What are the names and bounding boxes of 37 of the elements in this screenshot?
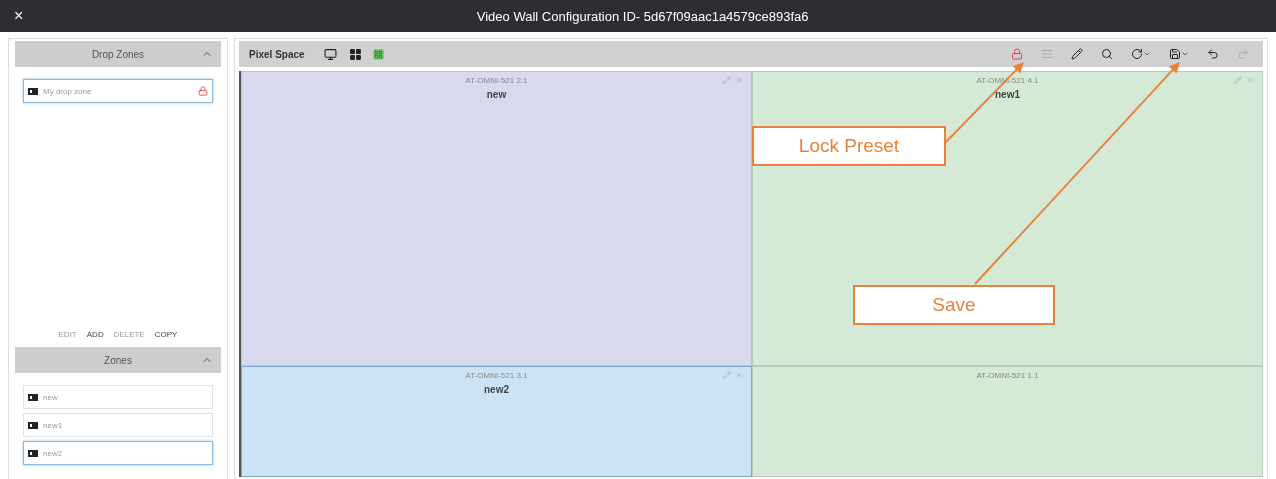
screen-icon (28, 87, 38, 95)
zone-item[interactable]: new2 (23, 441, 213, 465)
matrix-icon[interactable] (372, 48, 384, 60)
tile-header: AT-OMNI-521 2.1 (465, 76, 528, 85)
grid-icon[interactable] (347, 46, 363, 62)
action-button[interactable]: COPY (154, 330, 178, 339)
tile-name: new (486, 89, 507, 100)
zone-item[interactable]: new1 (23, 413, 213, 437)
item-name: new1 (43, 420, 64, 430)
tile-name: new1 (995, 89, 1020, 100)
screen-icon (28, 393, 38, 401)
screen-icon (28, 449, 38, 457)
close-icon[interactable] (735, 371, 743, 379)
tile-header: AT-OMNI-521 1.1 (976, 371, 1039, 380)
section-title: Drop Zones (91, 48, 145, 60)
drop-zone-item[interactable]: My drop zone (23, 79, 213, 103)
zone-tile[interactable]: AT-OMNI-521 2.1 new (241, 71, 752, 366)
item-name: new (43, 392, 59, 402)
lock-icon[interactable] (198, 86, 208, 96)
tile-header: AT-OMNI-521 3.1 (465, 371, 528, 380)
close-button[interactable]: × (14, 7, 24, 25)
zone-item[interactable]: new (23, 385, 213, 409)
item-name: new2 (43, 448, 64, 458)
zone-tile[interactable]: AT-OMNI-521 1.1 (752, 366, 1263, 477)
screen-icon (28, 421, 38, 429)
toolbar-title: Pixel Space (249, 48, 305, 60)
item-name: My drop zone (43, 86, 93, 96)
close-icon[interactable] (735, 76, 743, 84)
section-title: Zones (104, 354, 132, 366)
window-title: Video Wall Configuration ID- 5d67f09aac1a4579ce893fa6 (475, 8, 810, 24)
monitor-icon[interactable] (322, 46, 338, 62)
callout-label: Lock Preset (752, 126, 946, 166)
zone-tile[interactable]: AT-OMNI-521 3.1 new2 (241, 366, 752, 477)
tile-name: new2 (484, 384, 509, 395)
callout-label: Save (853, 285, 1055, 325)
action-button[interactable]: ADD (86, 330, 104, 339)
close-icon[interactable] (1246, 76, 1254, 84)
